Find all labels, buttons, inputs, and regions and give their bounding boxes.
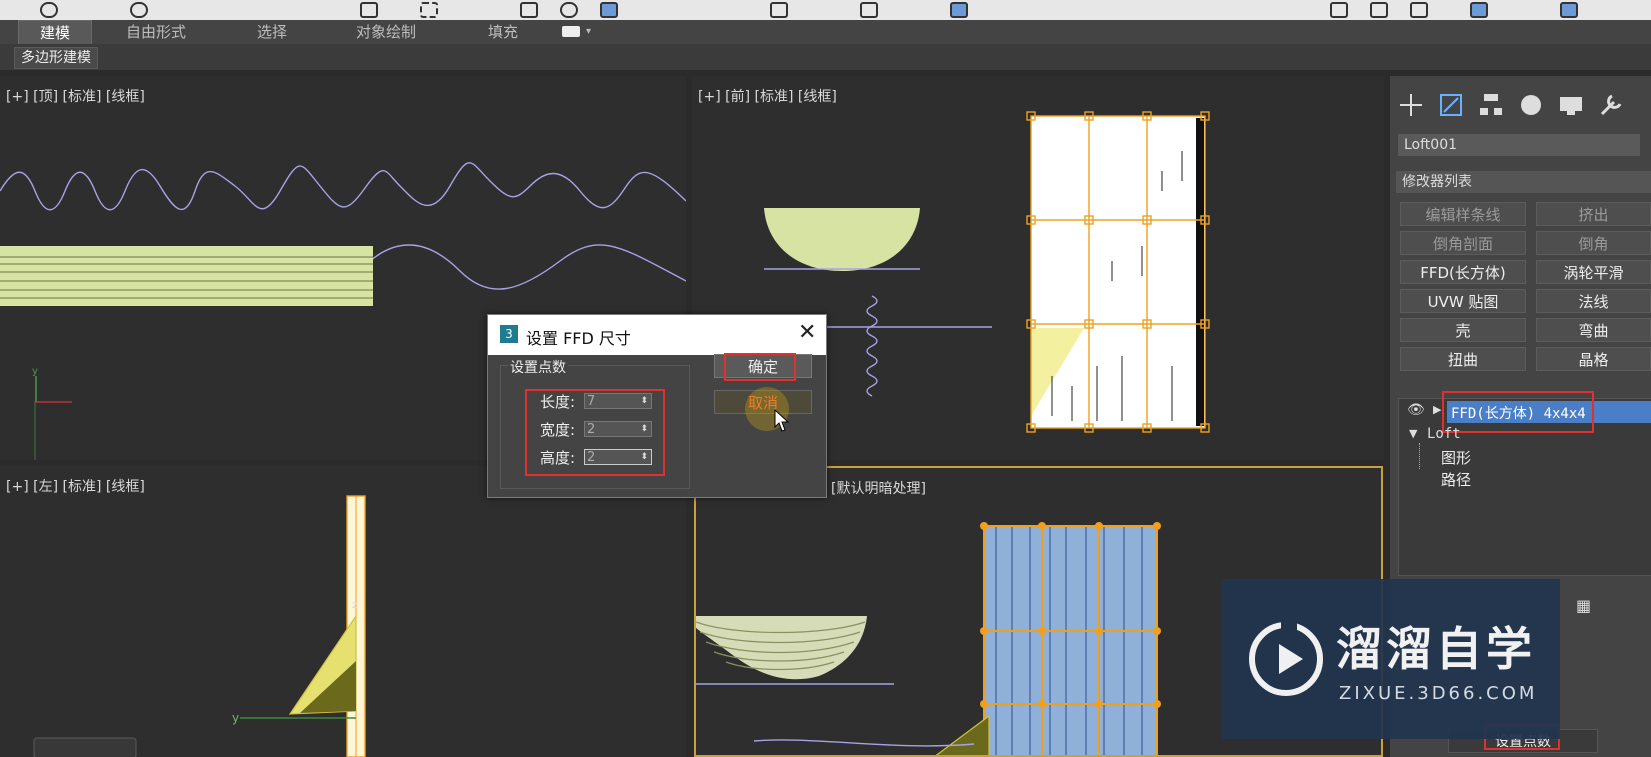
modifier-btn-twist[interactable]: 扭曲	[1400, 347, 1526, 371]
modifier-btn-ffd-box[interactable]: FFD(长方体)	[1400, 260, 1526, 284]
angle-snap-icon[interactable]	[860, 2, 878, 18]
main-toolbar	[0, 0, 1651, 20]
modifier-btn-bend[interactable]: 弯曲	[1536, 318, 1651, 342]
ribbon-subbar: 多边形建模	[0, 44, 1651, 70]
percent-snap-icon[interactable]	[950, 2, 968, 18]
stack-item-loft[interactable]: Loft	[1427, 426, 1461, 442]
dialog-titlebar[interactable]: 3 设置 FFD 尺寸 ✕	[488, 315, 826, 355]
graph-editor-icon[interactable]	[1470, 2, 1488, 18]
svg-text:z: z	[352, 600, 357, 611]
mirror-icon[interactable]	[1330, 2, 1348, 18]
ribbon-options-icon[interactable]	[562, 26, 580, 37]
svg-text:y: y	[32, 366, 38, 377]
modifier-btn-extrude[interactable]: 挤出	[1536, 202, 1651, 226]
align-icon[interactable]	[1370, 2, 1388, 18]
redo-icon[interactable]	[130, 2, 148, 18]
watermark-overlay: 溜溜自学 ZIXUE.3D66.COM	[1221, 579, 1560, 739]
utilities-tab-icon[interactable]	[1596, 90, 1626, 120]
hierarchy-tab-icon[interactable]	[1476, 90, 1506, 120]
ribbon-tabs: 建模 自由形式 选择 对象绘制 填充 ▾	[0, 20, 1651, 45]
scale-icon[interactable]	[600, 2, 618, 18]
create-tab-icon[interactable]	[1396, 90, 1426, 120]
modifier-btn-shell[interactable]: 壳	[1400, 318, 1526, 342]
modifier-btn-turbosmooth[interactable]: 涡轮平滑	[1536, 260, 1651, 284]
mouse-cursor-icon	[774, 409, 790, 432]
watermark-name: 溜溜自学	[1336, 622, 1536, 676]
expand-arrow-icon[interactable]: ▶	[1433, 403, 1441, 416]
ffd-dimensions-dialog: 3 设置 FFD 尺寸 ✕ 设置点数 长度: 7 ⬍ 宽度: 2 ⬍ 高度: 2…	[487, 314, 827, 498]
modifier-btn-lattice[interactable]: 晶格	[1536, 347, 1651, 371]
collapse-arrow-icon[interactable]: ▼	[1409, 427, 1417, 440]
modifier-btn-bevel[interactable]: 倒角	[1536, 231, 1651, 255]
stack-item-path[interactable]: 路径	[1441, 469, 1471, 490]
eye-icon[interactable]: 👁	[1407, 402, 1425, 418]
viewport-left[interactable]: [+] [左] [标准] [线框] y z	[0, 466, 686, 757]
modify-tab-icon[interactable]	[1436, 90, 1466, 120]
tab-populate[interactable]: 填充	[488, 20, 518, 44]
modifier-stack: 👁 ▶ FFD(长方体) 4x4x4 ▼ Loft 图形 路径 ▦	[1398, 391, 1651, 615]
tab-selection[interactable]: 选择	[257, 20, 287, 44]
dialog-title: 设置 FFD 尺寸	[526, 329, 631, 348]
modifier-btn-normal[interactable]: 法线	[1536, 289, 1651, 313]
modifier-btn-uvw-map[interactable]: UVW 贴图	[1400, 289, 1526, 313]
modifier-btn-edit-spline[interactable]: 编辑样条线	[1400, 202, 1526, 226]
watermark-url: ZIXUE.3D66.COM	[1339, 683, 1538, 704]
configure-sets-icon[interactable]: ▦	[1576, 596, 1591, 615]
stack-item-shape[interactable]: 图形	[1441, 447, 1471, 468]
group-label: 设置点数	[508, 357, 568, 377]
undo-icon[interactable]	[40, 2, 58, 18]
tree-line	[1419, 443, 1421, 469]
motion-tab-icon[interactable]	[1516, 90, 1546, 120]
select-region-icon[interactable]	[420, 2, 438, 18]
tab-object-paint[interactable]: 对象绘制	[356, 20, 416, 44]
polygon-modeling-tab[interactable]: 多边形建模	[14, 47, 98, 69]
material-editor-icon[interactable]	[1560, 2, 1578, 18]
play-logo-icon	[1249, 614, 1323, 696]
left-view-geometry: y z	[33, 495, 366, 757]
object-name-field[interactable]: Loft001	[1398, 134, 1640, 156]
ok-highlight	[724, 353, 796, 381]
display-tab-icon[interactable]	[1556, 90, 1586, 120]
close-icon[interactable]: ✕	[798, 320, 816, 345]
layer-icon[interactable]	[1410, 2, 1428, 18]
rotate-icon[interactable]	[560, 2, 578, 18]
modifier-btn-bevel-profile[interactable]: 倒角剖面	[1400, 231, 1526, 255]
tab-freeform[interactable]: 自由形式	[126, 20, 186, 44]
link-icon[interactable]	[360, 2, 378, 18]
max-app-icon: 3	[500, 325, 518, 343]
tab-modeling[interactable]: 建模	[18, 20, 92, 45]
chevron-down-icon[interactable]: ▾	[586, 20, 591, 44]
move-icon[interactable]	[520, 2, 538, 18]
modifier-list-dropdown[interactable]: 修改器列表	[1396, 171, 1651, 193]
snap-icon[interactable]	[770, 2, 788, 18]
svg-text:y: y	[232, 711, 239, 725]
ffd-highlight	[1442, 391, 1594, 433]
fields-highlight	[525, 389, 665, 476]
